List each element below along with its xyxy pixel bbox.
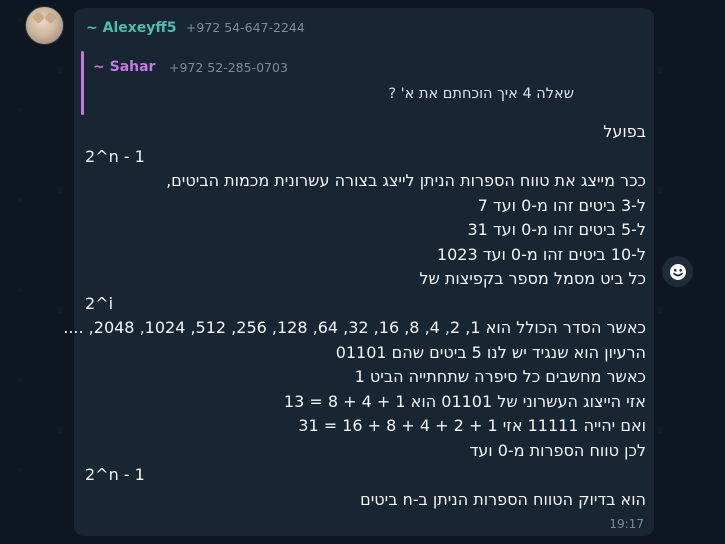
emoji-icon: [669, 263, 686, 280]
message-line: כאשר מחשבים כל סיפרה שתחתייה הביט 1: [354, 367, 646, 386]
message-bubble[interactable]: ~ Alexeyff5 +972 54-647-2244 ~ Sahar +97…: [63, 8, 654, 536]
sender-phone: +972 54-647-2244: [185, 20, 305, 35]
sender-header: ~ Alexeyff5 +972 54-647-2244: [86, 20, 305, 36]
message-time: 19:17: [609, 517, 644, 531]
message-line: כאשר הסדר הכולל הוא 1, 2, 4, 8, 16, 32, …: [63, 318, 646, 337]
reply-sender-name: ~ Sahar: [93, 59, 156, 75]
message-line: ואם יהייה 11111 אזי 1 + 2 + 4 + 8 + 16 =…: [298, 416, 646, 435]
message-text: בפועל 2^n - 1 ככר מייצג את טווח הספרות הני…: [63, 120, 646, 512]
message-line: ל-3 ביטים זהו מ-0 ועד 7: [477, 195, 646, 215]
reaction-button[interactable]: [662, 256, 693, 287]
avatar-ear-left: [32, 11, 45, 24]
message-line: הוא בדיוק הטווח הספרות הניתן ב-n ביטים: [360, 489, 646, 509]
message-line: 2^n - 1: [85, 146, 145, 166]
reply-quote[interactable]: ~ Sahar +972 52-285-0703 שאלה 4 איך הוכח…: [81, 51, 636, 115]
sender-name[interactable]: ~ Alexeyff5: [86, 20, 176, 36]
message-line: 2^n - 1: [85, 465, 145, 484]
reply-text: שאלה 4 איך הוכחתם את א' ?: [388, 86, 574, 102]
message-line: בפועל: [603, 122, 646, 141]
message-line: אזי הייצוג העשרוני של 01101 הוא 1 + 4 + …: [283, 391, 646, 411]
message-line: ככר מייצג את טווח הספרות הניתן לייצג בצו…: [166, 171, 646, 190]
message-line: 2^i: [85, 293, 114, 313]
avatar-ear-right: [44, 11, 57, 24]
message-line: לכן טווח הספרות מ-0 ועד: [469, 440, 646, 460]
message-line: ל-5 ביטים זהו מ-0 ועד 31: [467, 220, 646, 239]
message-line: הרעיון הוא שנגיד יש לנו 5 ביטים שהם 0110…: [335, 342, 646, 362]
message-line: ל-10 ביטים זהו מ-0 ועד 1023: [436, 244, 646, 264]
message-line: כל ביט מסמל מספר בקפיצות של: [419, 269, 646, 288]
reply-sender-phone: +972 52-285-0703: [169, 60, 288, 75]
sender-avatar[interactable]: [25, 6, 64, 45]
reply-accent-bar: [81, 51, 84, 115]
